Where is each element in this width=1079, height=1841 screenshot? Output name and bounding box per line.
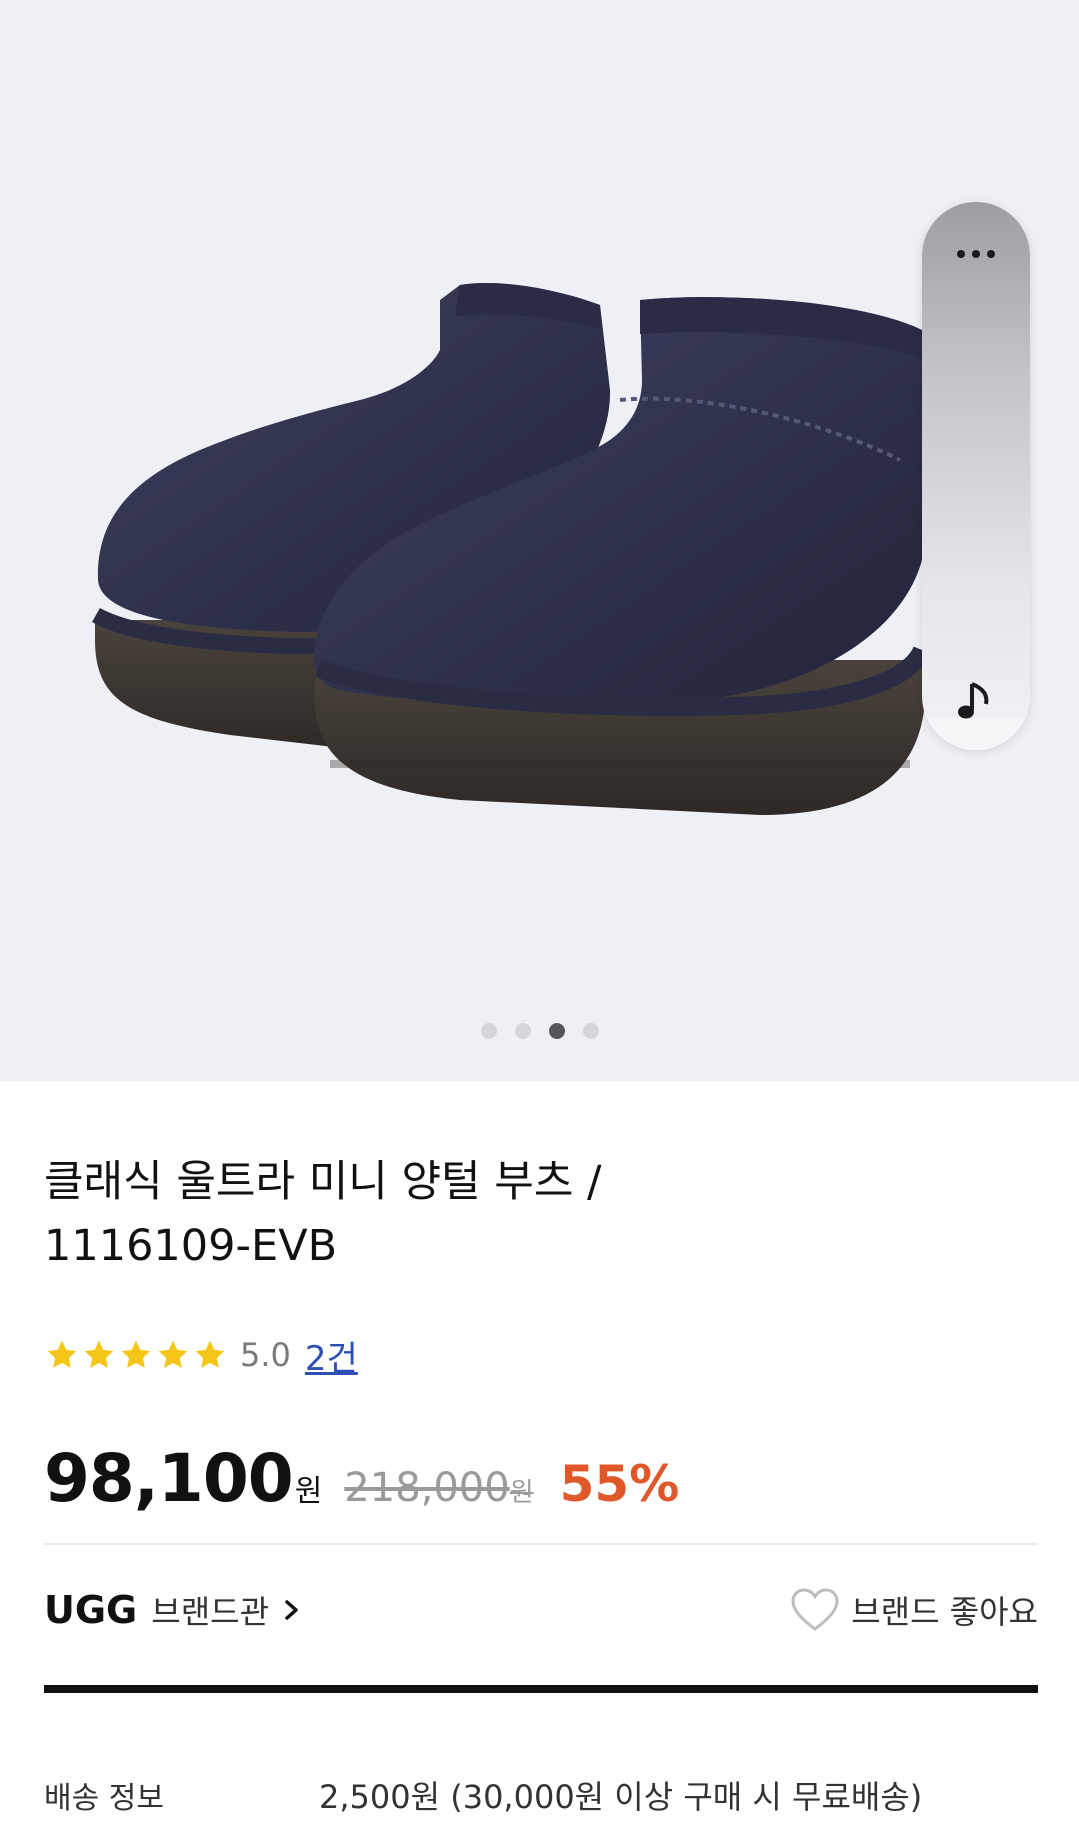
carousel-dot-active[interactable] [548,1023,565,1039]
price-row: 98,100 원 218,000 원 55% [44,1440,679,1530]
shipping-info-row: 배송 정보 2,500원 (30,000원 이상 구매 시 무료배송) [44,1770,1038,1820]
product-title: 클래식 울트라 미니 양털 부츠 / 1116109-EVB [44,1150,944,1278]
section-divider [44,1685,1038,1693]
carousel-dot[interactable] [480,1023,497,1039]
review-count-link[interactable]: 2건 [305,1331,358,1380]
product-image [92,282,931,815]
rating-summary: 5.0 2건 [44,1330,358,1380]
brand-shop-label: 브랜드관 [151,1593,270,1631]
original-price-unit: 원 [509,1478,534,1508]
brand-name: UGG [44,1588,138,1632]
carousel-indicator [0,1022,1079,1040]
product-title-line1: 클래식 울트라 미니 양털 부츠 / [44,1157,602,1207]
brand-like-button[interactable]: 브랜드 좋아요 [789,1586,1038,1634]
brand-shop-link[interactable]: UGG 브랜드관 [44,1587,303,1633]
carousel-dot[interactable] [514,1023,531,1039]
product-image-gallery[interactable] [0,0,1079,1081]
chevron-right-icon [285,1600,298,1620]
brand-like-label: 브랜드 좋아요 [851,1593,1038,1631]
sale-price: 98,100 [44,1440,294,1517]
star-icon [195,1340,225,1368]
rating-stars [44,1337,228,1373]
product-title-line2: 1116109-EVB [44,1221,338,1271]
star-icon [121,1340,151,1368]
shipping-value: 2,500원 (30,000원 이상 구매 시 무료배송) [319,1778,923,1816]
brand-row: UGG 브랜드관 브랜드 좋아요 [44,1580,1038,1640]
divider [44,1543,1038,1545]
star-icon [158,1340,188,1368]
discount-rate: 55% [559,1455,680,1513]
sale-price-unit: 원 [294,1474,323,1509]
star-icon [47,1340,77,1368]
rating-score: 5.0 [240,1336,291,1374]
star-icon [84,1340,114,1368]
heart-icon [791,1588,839,1631]
original-price: 218,000 [344,1465,510,1511]
carousel-dot[interactable] [582,1023,599,1039]
floating-side-panel[interactable] [922,202,1030,750]
shipping-label: 배송 정보 [44,1781,164,1816]
more-horizontal-icon[interactable] [922,238,1030,270]
music-note-icon[interactable] [952,678,998,724]
